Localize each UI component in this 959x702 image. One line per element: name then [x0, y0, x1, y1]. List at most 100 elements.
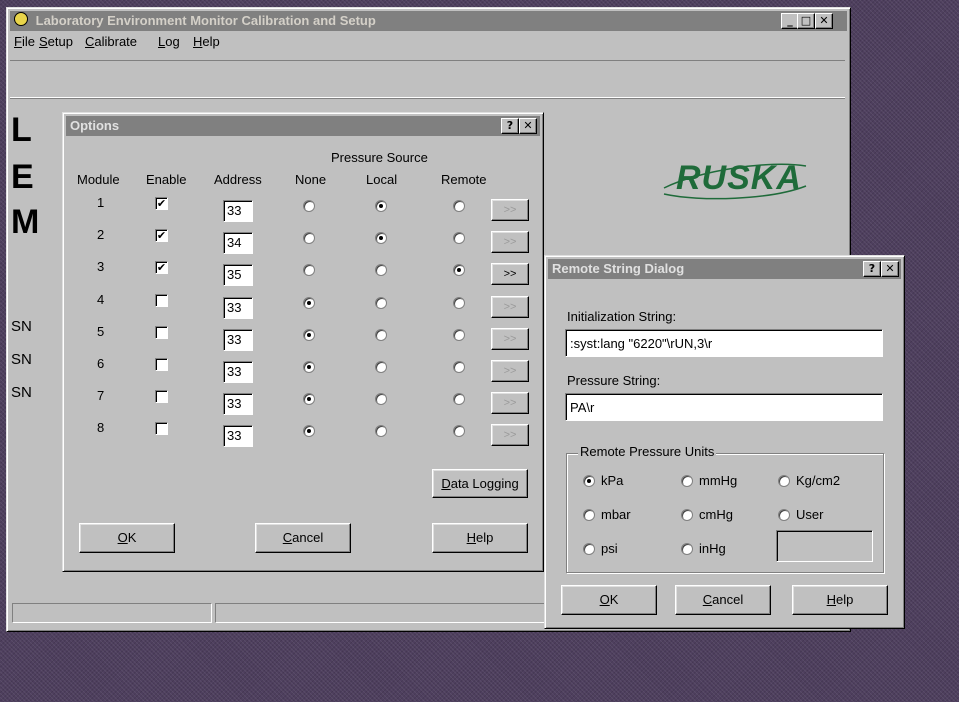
- address-value: 33: [227, 396, 242, 411]
- source-none-radio[interactable]: [303, 361, 315, 373]
- enable-checkbox[interactable]: [155, 326, 168, 339]
- address-field[interactable]: 33: [223, 361, 253, 383]
- menu-help[interactable]: Help: [193, 34, 220, 49]
- source-remote-radio[interactable]: [453, 329, 465, 341]
- remote-help-caption-button[interactable]: ?: [863, 261, 881, 277]
- source-none-radio[interactable]: [303, 393, 315, 405]
- header-pressure-source: Pressure Source: [331, 150, 428, 165]
- source-local-radio[interactable]: [375, 329, 387, 341]
- unit-label: cmHg: [699, 507, 733, 522]
- source-remote-radio[interactable]: [453, 297, 465, 309]
- unit-label: Kg/cm2: [796, 473, 841, 488]
- remote-ok-button[interactable]: OK: [561, 585, 657, 615]
- address-field[interactable]: 34: [223, 232, 253, 254]
- ruska-logo-text: RUSKA: [676, 159, 802, 197]
- data-logging-button[interactable]: Data Logging: [432, 469, 528, 498]
- enable-checkbox[interactable]: ✔: [155, 229, 168, 242]
- source-none-radio[interactable]: [303, 425, 315, 437]
- close-button[interactable]: ✕: [815, 13, 833, 29]
- source-local-radio[interactable]: [375, 297, 387, 309]
- source-local-radio[interactable]: [375, 264, 387, 276]
- options-title-bar[interactable]: Options: [66, 116, 540, 136]
- user-units-field[interactable]: [776, 530, 873, 562]
- unit-label: psi: [601, 541, 618, 556]
- source-remote-radio[interactable]: [453, 393, 465, 405]
- remote-close-button[interactable]: ✕: [881, 261, 899, 277]
- remote-settings-button[interactable]: >>: [491, 296, 529, 318]
- unit-radio[interactable]: [681, 509, 693, 521]
- remote-title-bar[interactable]: Remote String Dialog: [548, 259, 901, 279]
- remote-settings-button[interactable]: >>: [491, 199, 529, 221]
- enable-checkbox[interactable]: ✔: [155, 261, 168, 274]
- module-number: 1: [97, 195, 105, 210]
- unit-radio[interactable]: [681, 475, 693, 487]
- remote-help-button[interactable]: Help: [792, 585, 888, 615]
- options-ok-button[interactable]: OK: [79, 523, 175, 553]
- unit-radio[interactable]: [583, 509, 595, 521]
- unit-radio[interactable]: [583, 543, 595, 555]
- menu-log[interactable]: Log: [158, 34, 180, 49]
- remote-settings-button[interactable]: >>: [491, 424, 529, 446]
- menu-setup[interactable]: Setup: [39, 34, 73, 49]
- unit-label: mbar: [601, 507, 631, 522]
- init-string-field[interactable]: :syst:lang "6220"\rUN,3\r: [565, 329, 883, 357]
- unit-radio[interactable]: [681, 543, 693, 555]
- remote-settings-button[interactable]: >>: [491, 231, 529, 253]
- source-none-radio[interactable]: [303, 264, 315, 276]
- enable-checkbox[interactable]: [155, 294, 168, 307]
- address-value: 35: [227, 267, 242, 282]
- main-title-bar[interactable]: Laboratory Environment Monitor Calibrati…: [10, 11, 847, 31]
- unit-label: kPa: [601, 473, 624, 488]
- source-local-radio[interactable]: [375, 200, 387, 212]
- address-field[interactable]: 35: [223, 264, 253, 286]
- enable-checkbox[interactable]: ✔: [155, 197, 168, 210]
- address-field[interactable]: 33: [223, 329, 253, 351]
- remote-settings-button[interactable]: >>: [491, 360, 529, 382]
- module-number: 6: [97, 356, 105, 371]
- options-help-caption-button[interactable]: ?: [501, 118, 519, 134]
- address-value: 33: [227, 364, 242, 379]
- header-address: Address: [214, 172, 262, 187]
- source-remote-radio[interactable]: [453, 232, 465, 244]
- source-remote-radio[interactable]: [453, 425, 465, 437]
- source-remote-radio[interactable]: [453, 264, 465, 276]
- options-help-button[interactable]: Help: [432, 523, 528, 553]
- source-local-radio[interactable]: [375, 232, 387, 244]
- source-remote-radio[interactable]: [453, 200, 465, 212]
- unit-radio[interactable]: [778, 509, 790, 521]
- source-none-radio[interactable]: [303, 232, 315, 244]
- unit-radio[interactable]: [778, 475, 790, 487]
- remote-settings-button[interactable]: >>: [491, 328, 529, 350]
- app-icon: [14, 12, 28, 26]
- remote-cancel-button[interactable]: Cancel: [675, 585, 771, 615]
- header-none: None: [295, 172, 327, 187]
- options-cancel-button[interactable]: Cancel: [255, 523, 351, 553]
- menu-file[interactable]: File: [14, 34, 35, 49]
- maximize-button[interactable]: □: [797, 13, 815, 29]
- source-local-radio[interactable]: [375, 425, 387, 437]
- source-local-radio[interactable]: [375, 361, 387, 373]
- address-field[interactable]: 33: [223, 425, 253, 447]
- enable-checkbox[interactable]: [155, 422, 168, 435]
- options-close-button[interactable]: ✕: [519, 118, 537, 134]
- remote-settings-button[interactable]: >>: [491, 392, 529, 414]
- source-none-radio[interactable]: [303, 297, 315, 309]
- address-value: 33: [227, 428, 242, 443]
- module-number: 8: [97, 420, 105, 435]
- pressure-string-label: Pressure String:: [567, 373, 661, 388]
- address-field[interactable]: 33: [223, 297, 253, 319]
- bg-label-l: L: [11, 111, 32, 149]
- address-field[interactable]: 33: [223, 200, 253, 222]
- pressure-string-field[interactable]: PA\r: [565, 393, 883, 421]
- enable-checkbox[interactable]: [155, 390, 168, 403]
- menu-calibrate[interactable]: Calibrate: [85, 34, 137, 49]
- remote-settings-button[interactable]: >>: [491, 263, 529, 285]
- address-field[interactable]: 33: [223, 393, 253, 415]
- unit-radio[interactable]: [583, 475, 595, 487]
- source-remote-radio[interactable]: [453, 361, 465, 373]
- source-none-radio[interactable]: [303, 329, 315, 341]
- source-none-radio[interactable]: [303, 200, 315, 212]
- enable-checkbox[interactable]: [155, 358, 168, 371]
- source-local-radio[interactable]: [375, 393, 387, 405]
- address-value: 34: [227, 235, 242, 250]
